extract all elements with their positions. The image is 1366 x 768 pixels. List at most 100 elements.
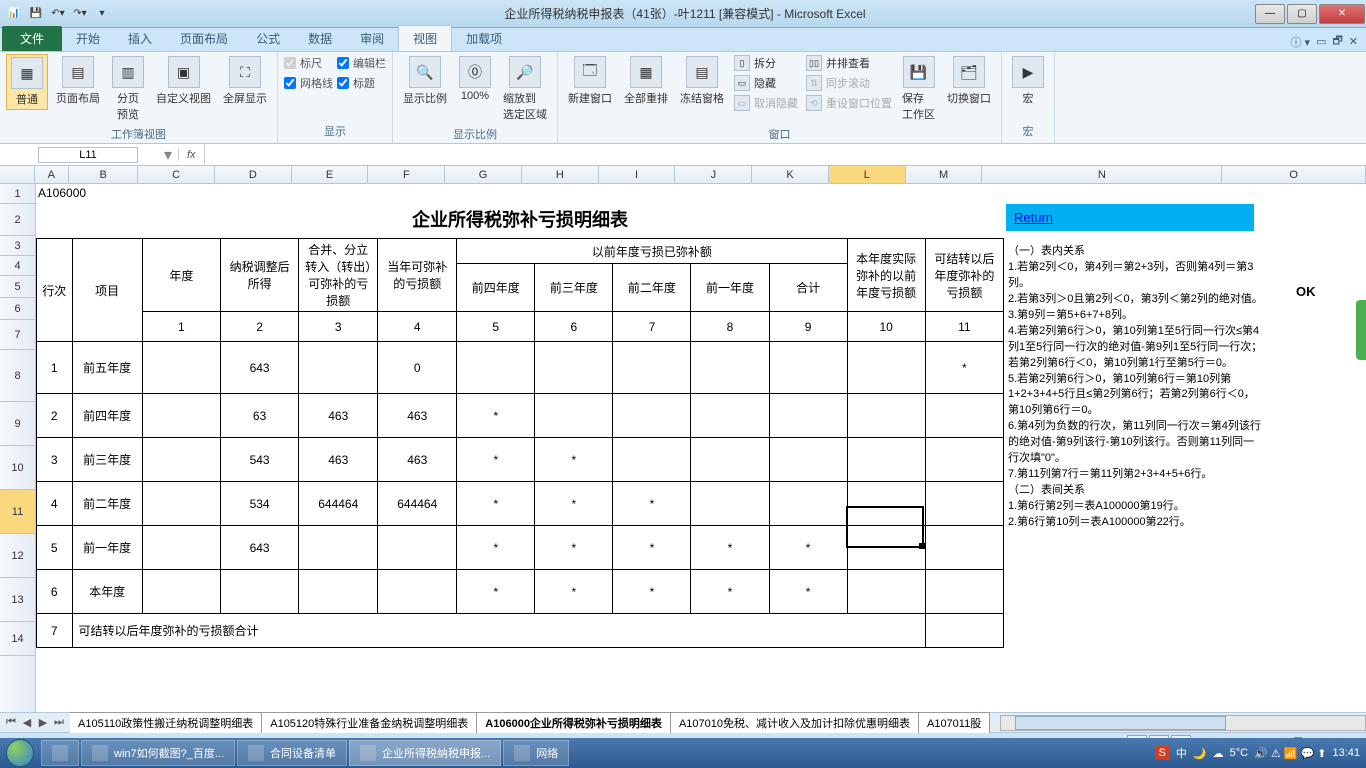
zoom-button[interactable]: 🔍显示比例 (399, 54, 451, 108)
table-cell[interactable] (769, 438, 847, 482)
col-header-K[interactable]: K (752, 166, 829, 183)
table-cell[interactable]: * (925, 342, 1003, 394)
sheet-next-icon[interactable]: ▶ (36, 716, 50, 729)
table-cell[interactable] (613, 394, 691, 438)
table-cell[interactable]: * (535, 570, 613, 614)
col-header-O[interactable]: O (1222, 166, 1366, 183)
sheet-last-icon[interactable]: ⏭ (52, 716, 66, 729)
sheet-prev-icon[interactable]: ◀ (20, 716, 34, 729)
new-window-button[interactable]: 🗔新建窗口 (564, 54, 616, 108)
macros-button[interactable]: ▶宏 (1008, 54, 1048, 108)
row-header-9[interactable]: 9 (0, 402, 35, 446)
table-cell[interactable] (220, 570, 298, 614)
sheet-tab[interactable]: A105110政策性搬迁纳税调整明细表 (70, 712, 262, 733)
table-cell[interactable] (457, 342, 535, 394)
view-custom-button[interactable]: ▣自定义视图 (152, 54, 215, 108)
sync-scroll-button[interactable]: ⇅同步滚动 (804, 74, 894, 92)
table-cell[interactable]: 644464 (378, 482, 457, 526)
row-header-8[interactable]: 8 (0, 350, 35, 402)
col-header-G[interactable]: G (445, 166, 522, 183)
taskbar-item[interactable]: win7如何截图?_百度... (81, 740, 235, 766)
redo-icon[interactable]: ↷▾ (70, 4, 90, 24)
side-by-side-button[interactable]: ▯▯并排查看 (804, 54, 894, 72)
sheet-tab[interactable]: A106000企业所得税弥补亏损明细表 (476, 712, 671, 733)
tab-视图[interactable]: 视图 (398, 25, 452, 51)
table-cell[interactable] (691, 342, 769, 394)
table-cell[interactable] (847, 526, 925, 570)
sheet-tab[interactable]: A105120特殊行业准备金纳税调整明细表 (261, 712, 477, 733)
table-cell[interactable]: 463 (378, 394, 457, 438)
table-cell[interactable] (925, 482, 1003, 526)
minimize-button[interactable]: — (1255, 4, 1285, 24)
cells-area[interactable]: A106000 企业所得税弥补亏损明细表 Return OK 行次 项目 年度 … (36, 184, 1366, 712)
table-cell[interactable]: * (457, 394, 535, 438)
table-cell[interactable]: 463 (299, 438, 378, 482)
table-cell[interactable]: * (769, 570, 847, 614)
chk-headings[interactable]: 标题 (337, 74, 386, 92)
tray-icons[interactable]: 🔊 ⚠ 📶 💬 ⬆ (1254, 747, 1326, 760)
freeze-panes-button[interactable]: ▤冻结窗格 (676, 54, 728, 108)
table-cell[interactable] (847, 342, 925, 394)
table-cell[interactable]: * (691, 526, 769, 570)
table-cell[interactable] (847, 394, 925, 438)
view-page-break-button[interactable]: ▥分页 预览 (108, 54, 148, 124)
table-cell[interactable]: 644464 (299, 482, 378, 526)
table-cell[interactable]: 0 (378, 342, 457, 394)
tab-file[interactable]: 文件 (2, 26, 62, 51)
table-cell[interactable] (142, 526, 220, 570)
table-cell[interactable] (769, 482, 847, 526)
chk-gridlines[interactable]: 网格线 (284, 74, 333, 92)
reset-pos-button[interactable]: ⟲重设窗口位置 (804, 94, 894, 112)
return-link[interactable]: Return (1006, 204, 1254, 231)
table-cell[interactable]: 643 (220, 526, 298, 570)
row-header-3[interactable]: 3 (0, 236, 35, 256)
table-cell[interactable]: * (457, 570, 535, 614)
taskbar-item[interactable]: 企业所得税纳税申报... (349, 740, 501, 766)
table-cell[interactable]: * (769, 526, 847, 570)
split-button[interactable]: ▯拆分 (732, 54, 800, 72)
table-cell[interactable] (847, 482, 925, 526)
view-fullscreen-button[interactable]: ⛶全屏显示 (219, 54, 271, 108)
tab-开始[interactable]: 开始 (62, 26, 114, 51)
table-cell[interactable]: * (613, 482, 691, 526)
horizontal-scrollbar[interactable] (1000, 715, 1366, 731)
table-cell[interactable]: 463 (378, 438, 457, 482)
ribbon-close-icon[interactable]: ✕ (1349, 35, 1358, 48)
table-cell[interactable] (299, 526, 378, 570)
table-cell[interactable]: * (691, 570, 769, 614)
ribbon-restore-icon[interactable]: 🗗 (1332, 32, 1342, 51)
table-cell[interactable]: * (535, 482, 613, 526)
col-header-E[interactable]: E (292, 166, 369, 183)
table-cell[interactable] (142, 570, 220, 614)
zoom-selection-button[interactable]: 🔎缩放到 选定区域 (499, 54, 551, 124)
col-header-N[interactable]: N (982, 166, 1222, 183)
row-header-4[interactable]: 4 (0, 256, 35, 276)
table-cell[interactable] (769, 394, 847, 438)
sheet-first-icon[interactable]: ⏮ (4, 716, 18, 729)
table-cell[interactable]: * (457, 526, 535, 570)
table-cell[interactable] (142, 394, 220, 438)
save-workspace-button[interactable]: 💾保存 工作区 (898, 54, 939, 124)
table-cell[interactable] (299, 342, 378, 394)
switch-windows-button[interactable]: 🗂切换窗口 (943, 54, 995, 108)
lang-icon[interactable]: 中 (1176, 745, 1187, 761)
name-box[interactable]: L11 (38, 147, 138, 163)
col-header-J[interactable]: J (675, 166, 752, 183)
row-header-2[interactable]: 2 (0, 204, 35, 236)
table-cell[interactable] (925, 570, 1003, 614)
col-header-C[interactable]: C (138, 166, 215, 183)
start-button[interactable] (0, 738, 40, 768)
table-cell[interactable] (691, 482, 769, 526)
col-header-L[interactable]: L (829, 166, 906, 183)
table-cell[interactable]: 543 (220, 438, 298, 482)
row-header-12[interactable]: 12 (0, 534, 35, 578)
side-tab[interactable] (1356, 300, 1366, 360)
taskbar-item[interactable]: 合同设备清单 (237, 740, 347, 766)
table-cell[interactable] (378, 570, 457, 614)
chk-ruler[interactable]: 标尺 (284, 54, 333, 72)
table-cell[interactable] (691, 438, 769, 482)
table-cell[interactable] (925, 394, 1003, 438)
table-cell[interactable] (925, 526, 1003, 570)
table-cell[interactable]: 63 (220, 394, 298, 438)
row-header-5[interactable]: 5 (0, 276, 35, 298)
